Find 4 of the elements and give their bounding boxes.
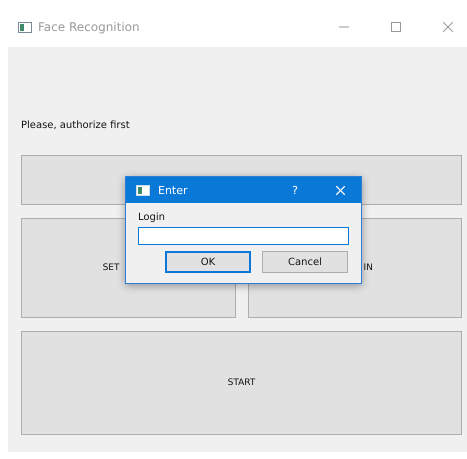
field-label: Login	[138, 212, 166, 223]
status-text: Please, authorize first	[21, 120, 131, 133]
window-title: Face Recognition	[38, 20, 140, 34]
dialog-title: Enter	[158, 184, 188, 196]
